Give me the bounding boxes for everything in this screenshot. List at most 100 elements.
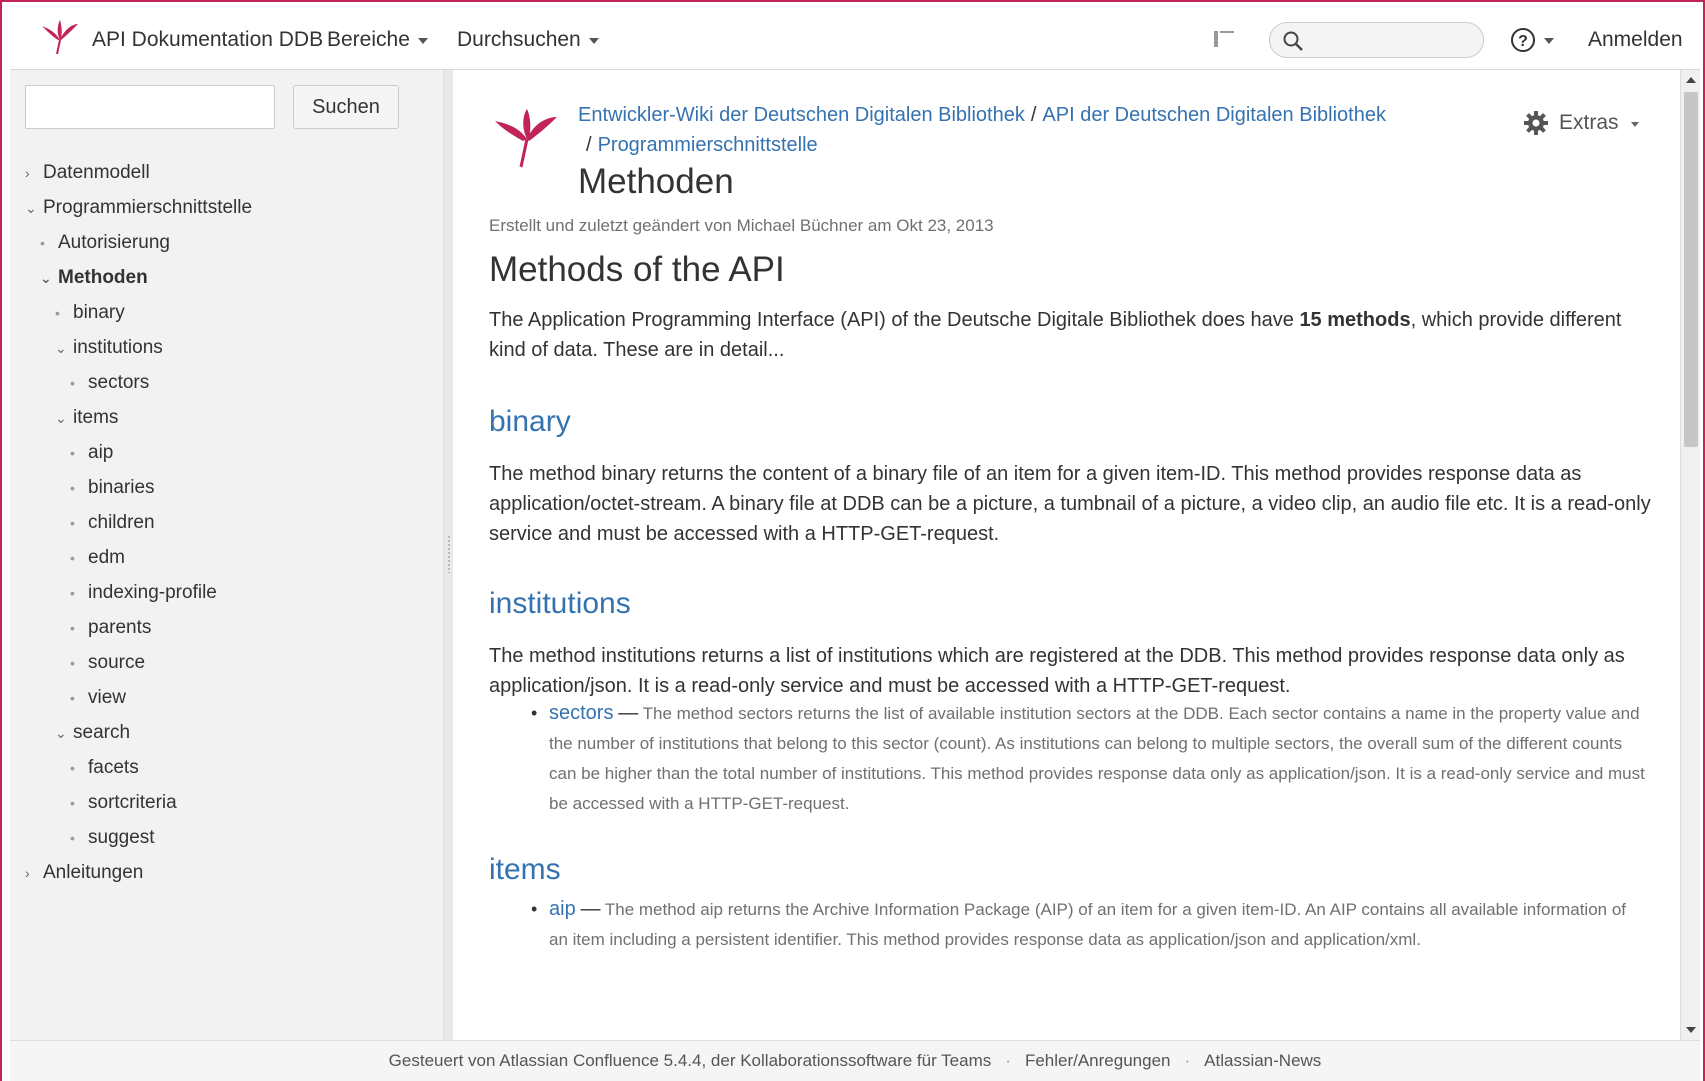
sidebar-item-search[interactable]: ⌄ search — [55, 718, 130, 748]
space-logo-icon[interactable] — [493, 105, 559, 171]
sidebar-item-label: institutions — [73, 337, 163, 358]
sidebar-item-binary[interactable]: • binary — [55, 298, 125, 328]
sidebar-item-aip[interactable]: • aip — [70, 438, 113, 468]
sidebar-item-edm[interactable]: • edm — [70, 543, 125, 573]
sidebar-item-label: Methoden — [58, 267, 148, 288]
scroll-down-arrow-icon[interactable] — [1683, 1022, 1699, 1038]
binary-paragraph: The method binary returns the content of… — [489, 463, 1651, 545]
bullet-icon: • — [70, 445, 75, 461]
bullet-icon: • — [40, 235, 45, 251]
intro-text: The Application Programming Interface (A… — [489, 309, 1300, 331]
sidebar-item-label: edm — [88, 547, 125, 568]
section-heading-binary: binary — [489, 405, 571, 438]
aip-link[interactable]: aip — [549, 898, 576, 920]
extras-label: Extras — [1559, 111, 1619, 134]
chevron-right-icon[interactable]: › — [25, 158, 43, 188]
chevron-right-icon[interactable]: › — [25, 858, 43, 888]
sidebar-item-label: parents — [88, 617, 152, 638]
sidebar-item-label: binaries — [88, 477, 155, 498]
section-heading-items: items — [489, 853, 561, 886]
content-heading: Methods of the API — [489, 250, 785, 289]
scroll-up-arrow-icon[interactable] — [1683, 72, 1699, 88]
gear-icon — [1524, 111, 1548, 135]
vertical-scrollbar[interactable] — [1680, 70, 1700, 1040]
page-metadata: Erstellt und zuletzt geändert von Michae… — [489, 216, 994, 235]
chevron-down-icon[interactable]: ⌄ — [55, 403, 73, 433]
breadcrumb-separator: / — [586, 134, 592, 156]
sidebar-item-methoden[interactable]: ⌄ Methoden — [40, 263, 148, 293]
chevron-down-icon[interactable]: ⌄ — [25, 193, 43, 223]
sidebar-item-label: Anleitungen — [43, 862, 144, 883]
app-title[interactable]: API Dokumentation DDB — [92, 28, 323, 52]
sidebar-item-sectors[interactable]: • sectors — [70, 368, 149, 398]
chevron-down-icon[interactable]: ⌄ — [55, 718, 73, 748]
sidebar-item-label: source — [88, 652, 146, 673]
sidebar: Suchen › Datenmodell ⌄ Programmierschnittst… — [10, 70, 453, 1040]
institutions-paragraph: The method institutions returns a list o… — [489, 645, 1625, 697]
footer-powered-link[interactable]: Gesteuert von Atlassian Confluence 5.4.4… — [389, 1051, 992, 1071]
extras-menu[interactable]: Extras — [1523, 110, 1639, 136]
chevron-down-icon[interactable]: ⌄ — [55, 333, 73, 363]
sidebar-toggle-icon[interactable] — [1212, 28, 1238, 50]
breadcrumb-api[interactable]: API der Deutschen Digitalen Bibliothek — [1042, 104, 1386, 126]
bullet-icon: • — [70, 515, 75, 531]
help-icon: ? — [1511, 28, 1535, 52]
sidebar-item-binaries[interactable]: • binaries — [70, 473, 155, 503]
breadcrumb-programmierschnittstelle[interactable]: Programmierschnittstelle — [598, 134, 818, 156]
sidebar-item-datenmodell[interactable]: › Datenmodell — [25, 158, 150, 188]
ddb-logo-icon[interactable] — [40, 18, 80, 58]
footer-feedback-link[interactable]: Fehler/Anregungen — [1025, 1051, 1171, 1071]
footer-separator: · — [1184, 1051, 1191, 1070]
main-content: Entwickler-Wiki der Deutschen Digitalen … — [453, 70, 1680, 1040]
sectors-description: The method sectors returns the list of a… — [549, 704, 1645, 813]
bullet-icon: • — [70, 480, 75, 496]
sidebar-item-institutions[interactable]: ⌄ institutions — [55, 333, 163, 363]
sidebar-item-parents[interactable]: • parents — [70, 613, 151, 643]
sidebar-item-sortcriteria[interactable]: • sortcriteria — [70, 788, 177, 818]
header-search[interactable] — [1269, 22, 1484, 58]
footer-separator: · — [1005, 1051, 1011, 1070]
footer: Gesteuert von Atlassian Confluence 5.4.4… — [10, 1040, 1700, 1081]
bullet-icon: • — [70, 830, 75, 846]
chevron-down-icon[interactable]: ⌄ — [40, 263, 58, 293]
bullet-icon: • — [70, 760, 75, 776]
sidebar-item-children[interactable]: • children — [70, 508, 155, 538]
menu-durchsuchen-label: Durchsuchen — [457, 28, 581, 51]
sidebar-search-button[interactable]: Suchen — [293, 85, 399, 129]
login-link[interactable]: Anmelden — [1588, 28, 1683, 52]
bullet-icon: • — [70, 550, 75, 566]
list-item: aip — The method aip returns the Archive… — [531, 894, 1649, 955]
menu-bereiche[interactable]: Bereiche — [327, 28, 428, 52]
sidebar-item-programmierschnittstelle[interactable]: ⌄ Programmierschnittstelle — [25, 193, 252, 223]
sidebar-item-indexing-profile[interactable]: • indexing-profile — [70, 578, 217, 608]
sidebar-item-facets[interactable]: • facets — [70, 753, 139, 783]
sidebar-item-items[interactable]: ⌄ items — [55, 403, 118, 433]
sidebar-item-label: sortcriteria — [88, 792, 177, 813]
header-search-input[interactable] — [1312, 27, 1472, 53]
sidebar-item-view[interactable]: • view — [70, 683, 126, 713]
chevron-down-icon — [1630, 121, 1639, 127]
help-menu[interactable]: ? — [1510, 27, 1554, 53]
breadcrumb-wiki[interactable]: Entwickler-Wiki der Deutschen Digitalen … — [578, 104, 1025, 126]
bullet-icon: • — [70, 655, 75, 671]
sidebar-search-input[interactable] — [25, 85, 275, 129]
intro-paragraph: The Application Programming Interface (A… — [489, 305, 1654, 365]
page-title: Methoden — [578, 162, 734, 201]
chevron-down-icon — [588, 38, 599, 44]
menu-durchsuchen[interactable]: Durchsuchen — [457, 28, 599, 52]
sectors-link[interactable]: sectors — [549, 702, 613, 724]
footer-news-link[interactable]: Atlassian-News — [1204, 1051, 1321, 1071]
sidebar-resize-handle[interactable] — [443, 70, 453, 1040]
aip-description: The method aip returns the Archive Infor… — [549, 900, 1627, 949]
bullet-icon: • — [70, 620, 75, 636]
sidebar-item-source[interactable]: • source — [70, 648, 145, 678]
sidebar-item-suggest[interactable]: • suggest — [70, 823, 155, 853]
sidebar-item-autorisierung[interactable]: • Autorisierung — [40, 228, 170, 258]
sidebar-item-anleitungen[interactable]: › Anleitungen — [25, 858, 143, 888]
sidebar-item-label: search — [73, 722, 131, 743]
dash: — — [580, 898, 601, 920]
scroll-thumb[interactable] — [1684, 92, 1698, 447]
sidebar-item-label: Programmierschnittstelle — [43, 197, 253, 218]
institutions-list: sectors — The method sectors returns the… — [531, 698, 1649, 819]
sidebar-item-label: indexing-profile — [88, 582, 217, 603]
